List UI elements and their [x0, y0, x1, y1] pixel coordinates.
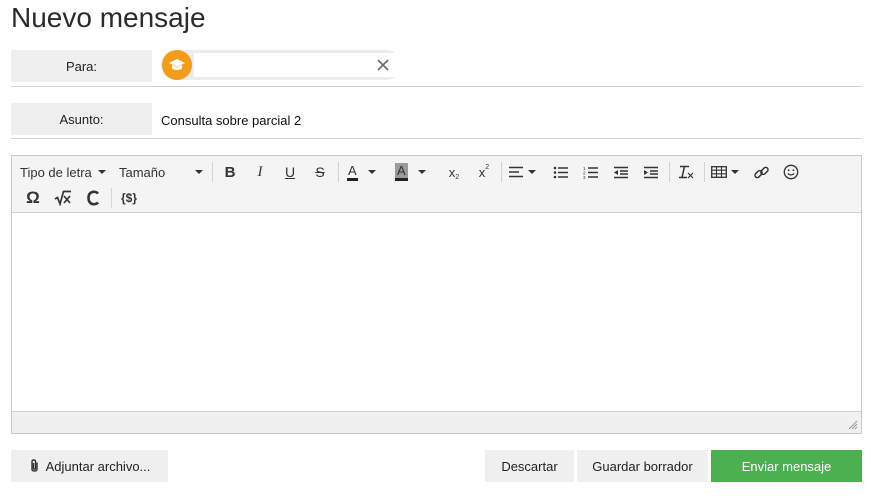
chevron-down-icon [528, 170, 536, 174]
square-root-icon [54, 190, 71, 206]
background-color-icon: A [395, 163, 408, 181]
numbered-list-icon: 123 [583, 166, 598, 179]
attach-file-button[interactable]: Adjuntar archivo... [11, 450, 168, 482]
chevron-down-icon [367, 170, 376, 174]
italic-button[interactable]: I [250, 162, 270, 182]
editor-toolbar: Tipo de letra Tamaño B I U S A A x2 x2 1… [12, 156, 861, 213]
font-size-dropdown[interactable]: Tamaño [119, 162, 203, 182]
toolbar-separator [704, 162, 705, 182]
toolbar-separator [669, 162, 670, 182]
to-divider [11, 86, 862, 87]
remove-recipient-close-icon[interactable] [373, 55, 393, 75]
indent-button[interactable] [640, 162, 662, 182]
chevron-down-icon [417, 170, 426, 174]
send-message-button[interactable]: Enviar mensaje [711, 450, 862, 482]
clear-formatting-button[interactable] [675, 162, 697, 182]
toolbar-separator [338, 162, 339, 182]
strikethrough-button[interactable]: S [310, 162, 330, 182]
background-color-button[interactable]: A [395, 162, 426, 182]
chemistry-formula-button[interactable] [82, 187, 104, 209]
recipient-input[interactable] [194, 53, 529, 77]
toolbar-separator [111, 188, 112, 208]
font-size-label: Tamaño [119, 164, 166, 180]
attach-file-label: Adjuntar archivo... [45, 458, 151, 474]
recipient-field[interactable] [161, 50, 529, 80]
table-icon [711, 166, 727, 178]
subject-input[interactable]: Consulta sobre parcial 2 [161, 113, 301, 128]
to-label: Para: [11, 50, 152, 82]
toolbar-separator [501, 162, 502, 182]
clear-formatting-icon [679, 165, 694, 179]
numbered-list-button[interactable]: 123 [580, 162, 602, 182]
table-dropdown[interactable] [711, 162, 739, 182]
svg-text:3: 3 [583, 175, 586, 179]
align-left-icon [509, 166, 523, 178]
bullet-list-button[interactable] [550, 162, 572, 182]
link-button[interactable] [750, 162, 772, 182]
chevron-down-icon [731, 170, 739, 174]
paperclip-icon [30, 459, 38, 472]
chemistry-c-icon [87, 190, 99, 206]
message-body[interactable] [12, 213, 861, 411]
link-icon [753, 166, 769, 178]
text-color-button[interactable]: A [347, 162, 376, 182]
page-title: Nuevo mensaje [11, 2, 206, 33]
save-draft-button[interactable]: Guardar borrador [577, 450, 708, 482]
text-color-icon: A [347, 163, 358, 181]
math-formula-button[interactable] [52, 187, 74, 209]
outdent-icon [614, 166, 628, 178]
superscript-button[interactable]: x2 [473, 162, 495, 182]
font-family-dropdown[interactable]: Tipo de letra [20, 162, 106, 182]
rich-text-editor: Tipo de letra Tamaño B I U S A A x2 x2 1… [11, 155, 862, 434]
smiley-icon [783, 164, 799, 180]
bullet-list-icon [553, 166, 568, 178]
bold-button[interactable]: B [220, 162, 240, 182]
toolbar-separator [212, 162, 213, 182]
subject-label: Asunto: [11, 103, 152, 135]
font-family-label: Tipo de letra [20, 164, 92, 180]
discard-button[interactable]: Descartar [485, 450, 574, 482]
emoji-button[interactable] [780, 162, 802, 182]
align-dropdown[interactable] [508, 162, 536, 182]
graduation-cap-icon [162, 50, 192, 80]
resize-grip-icon[interactable] [848, 420, 858, 430]
editor-statusbar [12, 411, 861, 433]
special-characters-button[interactable]: Ω [22, 187, 44, 209]
subscript-button[interactable]: x2 [443, 162, 465, 182]
indent-icon [644, 166, 658, 178]
insert-variable-button[interactable]: {$} [117, 187, 141, 209]
chevron-down-icon [195, 170, 203, 174]
subject-divider [11, 138, 862, 139]
outdent-button[interactable] [610, 162, 632, 182]
underline-button[interactable]: U [280, 162, 300, 182]
chevron-down-icon [97, 170, 106, 174]
